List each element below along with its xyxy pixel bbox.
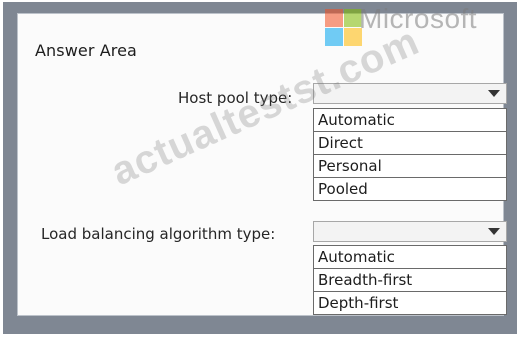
logo-square-blue (325, 28, 343, 46)
load-balancing-type-options: Automatic Breadth-first Depth-first (313, 245, 507, 315)
load-balancing-type-select[interactable] (313, 221, 507, 242)
host-pool-option-direct[interactable]: Direct (314, 132, 506, 155)
load-balancing-option-breadth-first[interactable]: Breadth-first (314, 269, 506, 292)
outer-frame: Answer Area Host pool type: Automatic Di… (3, 2, 517, 334)
chevron-down-icon[interactable] (486, 226, 502, 237)
microsoft-logo: Microsoft (315, 2, 505, 46)
load-balancing-type-label: Load balancing algorithm type: (41, 225, 276, 243)
load-balancing-option-depth-first[interactable]: Depth-first (314, 292, 506, 314)
host-pool-type-select[interactable] (313, 83, 507, 104)
host-pool-type-label: Host pool type: (178, 89, 293, 107)
answer-area-panel: Answer Area Host pool type: Automatic Di… (17, 13, 507, 316)
logo-square-red (325, 9, 343, 27)
host-pool-option-personal[interactable]: Personal (314, 155, 506, 178)
host-pool-type-options: Automatic Direct Personal Pooled (313, 108, 507, 201)
logo-wordmark: Microsoft (359, 3, 478, 34)
host-pool-option-pooled[interactable]: Pooled (314, 178, 506, 200)
host-pool-option-automatic[interactable]: Automatic (314, 109, 506, 132)
answer-area-title: Answer Area (35, 41, 137, 60)
chevron-down-icon[interactable] (486, 88, 502, 99)
load-balancing-option-automatic[interactable]: Automatic (314, 246, 506, 269)
